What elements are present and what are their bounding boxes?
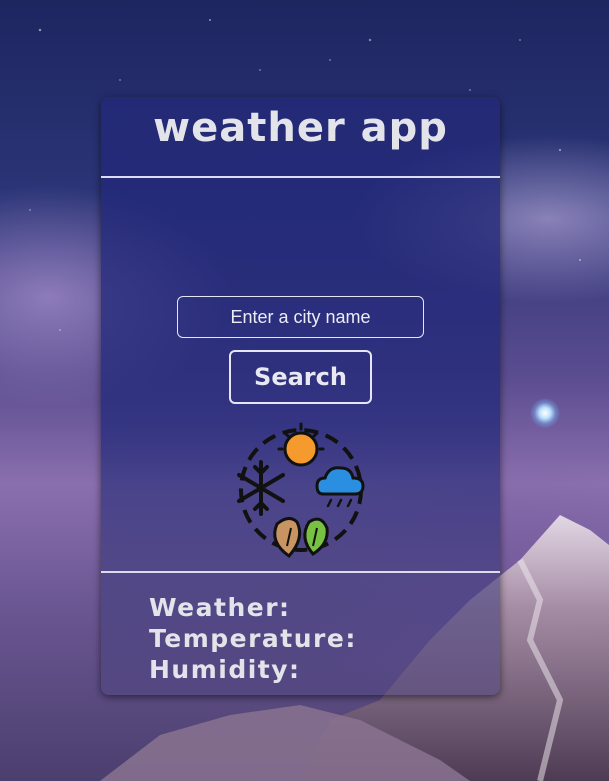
humidity-label: Humidity:	[149, 655, 301, 684]
weather-results: Weather: Temperature: Humidity:	[149, 592, 357, 685]
weather-card: weather app Search	[101, 97, 500, 695]
city-search-input[interactable]	[177, 296, 424, 338]
header-divider	[101, 176, 500, 178]
app-title: weather app	[153, 105, 448, 151]
results-divider	[101, 571, 500, 573]
cloud-icon	[315, 466, 365, 508]
temperature-label: Temperature:	[149, 624, 357, 653]
weather-label: Weather:	[149, 593, 291, 622]
seasons-weather-icon	[237, 422, 365, 558]
search-button[interactable]: Search	[229, 350, 372, 404]
